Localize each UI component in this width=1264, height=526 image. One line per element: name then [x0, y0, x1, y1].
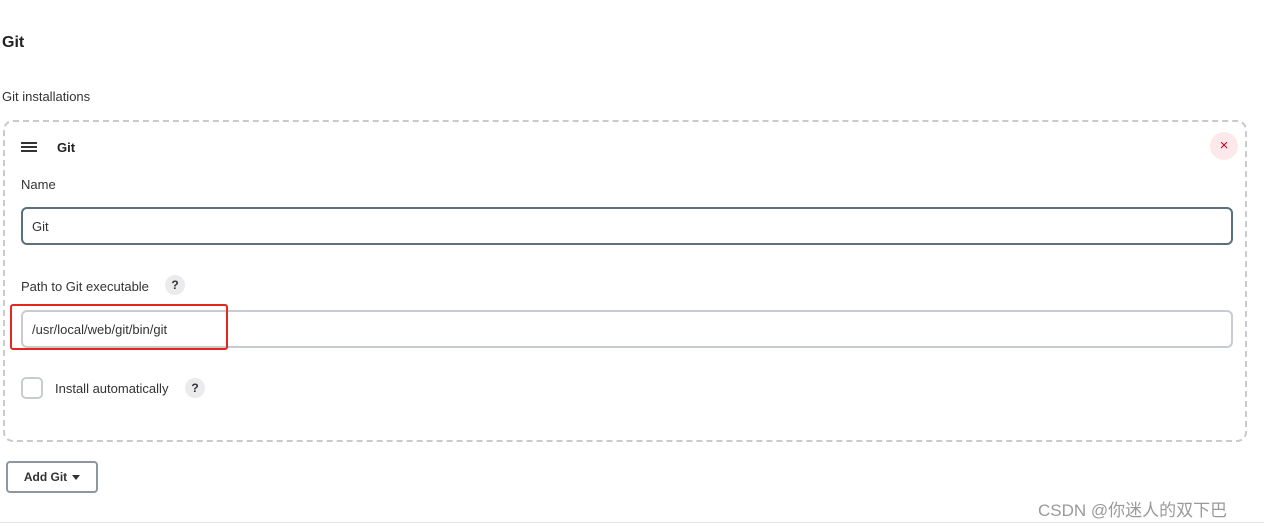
bottom-divider: [0, 522, 1264, 523]
install-automatically-label: Install automatically: [55, 381, 169, 396]
install-automatically-help-icon[interactable]: ?: [185, 378, 205, 398]
path-label: Path to Git executable: [21, 279, 149, 294]
caret-down-icon: [72, 474, 81, 480]
watermark: CSDN @你迷人的双下巴: [1038, 501, 1228, 520]
install-automatically-checkbox[interactable]: [21, 377, 43, 399]
add-git-button[interactable]: Add Git: [6, 461, 98, 493]
installation-title: Git: [57, 140, 76, 155]
name-label: Name: [21, 177, 56, 192]
git-installation-item: Git × Name Path to Git executable ? Inst…: [3, 120, 1247, 442]
add-git-label: Add Git: [23, 470, 68, 484]
drag-handle-icon[interactable]: [21, 142, 37, 152]
delete-installation-button[interactable]: ×: [1210, 132, 1238, 160]
path-highlight-annotation: [10, 304, 228, 350]
git-installations-label: Git installations: [2, 89, 91, 104]
path-help-icon[interactable]: ?: [165, 275, 185, 295]
section-title: Git: [2, 34, 25, 51]
name-input[interactable]: [21, 207, 1233, 245]
